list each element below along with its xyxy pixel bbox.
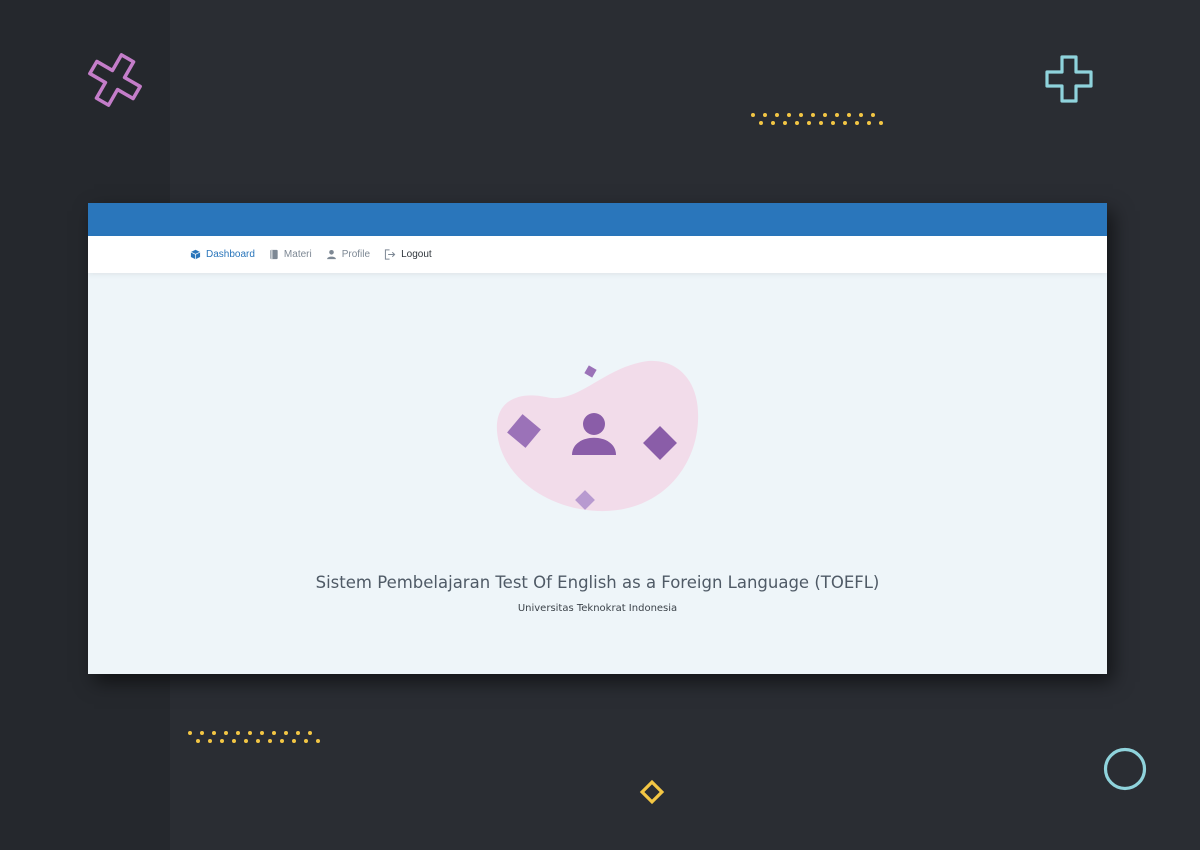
logout-icon: [384, 249, 396, 260]
dots-decoration-top: [751, 113, 883, 125]
pink-cross-decoration: [88, 53, 142, 107]
user-head: [583, 413, 605, 435]
app-window: Dashboard Materi Profile Logout Sistem P…: [88, 203, 1107, 674]
nav-item-profile[interactable]: Profile: [326, 249, 370, 260]
teal-cross-decoration: [1045, 55, 1093, 103]
nav-label: Profile: [341, 249, 371, 260]
nav-item-logout[interactable]: Logout: [384, 249, 432, 260]
diamond-small-top: [584, 365, 597, 378]
nav-label: Logout: [401, 249, 432, 260]
user-illustration: [496, 360, 699, 512]
teal-circle-decoration: [1103, 747, 1147, 791]
top-bar: [88, 203, 1107, 236]
cube-icon: [190, 249, 201, 260]
book-icon: [270, 249, 278, 260]
yellow-diamond-decoration: [639, 779, 665, 805]
page-subtitle: Universitas Teknokrat Indonesia: [517, 603, 678, 614]
nav-item-dashboard[interactable]: Dashboard: [190, 249, 255, 260]
navigation-bar: Dashboard Materi Profile Logout: [88, 236, 1107, 273]
nav-item-materi[interactable]: Materi: [269, 249, 312, 260]
nav-label: Dashboard: [206, 249, 255, 260]
nav-label: Materi: [283, 249, 312, 260]
user-icon: [326, 250, 336, 260]
dots-decoration-bottom: [188, 731, 320, 743]
page-title: Sistem Pembelajaran Test Of English as a…: [315, 573, 880, 592]
